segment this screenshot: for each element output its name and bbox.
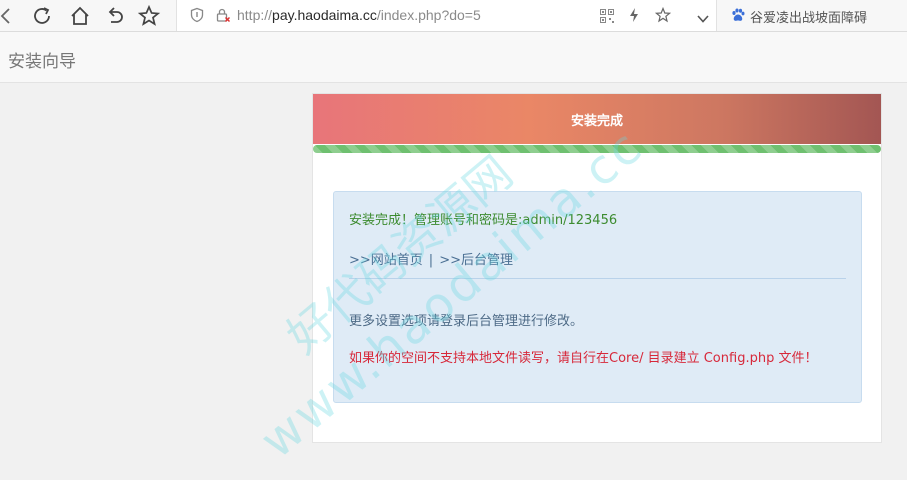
admin-link[interactable]: >>后台管理 [439,253,513,268]
url-host: pay.haodaima.cc [272,7,377,23]
favorite-star-icon[interactable] [137,4,161,28]
navbar: 安装向导 [0,32,907,83]
home-icon[interactable] [68,4,92,28]
shield-icon[interactable] [189,7,205,23]
address-bar[interactable]: http://pay.haodaima.cc/index.php?do=5 [176,0,717,31]
link-separator: | [428,253,434,268]
home-link[interactable]: >>网站首页 [349,253,423,268]
url-scheme: http:// [237,7,273,23]
undo-icon[interactable] [103,4,127,28]
config-warning: 如果你的空间不支持本地文件读写，请自行在Core/ 目录建立 Config.ph… [349,351,818,366]
search-suggestion[interactable]: 谷爱凌出战坡面障碍 [750,7,867,26]
bookmark-star-icon[interactable] [654,6,672,23]
qr-code-icon[interactable] [600,8,614,23]
action-links: >>网站首页 | >>后台管理 [349,249,513,268]
divider [349,278,846,279]
panel-title: 安装完成 [570,114,623,129]
panel-heading: 安装完成 [313,94,881,144]
navbar-brand[interactable]: 安装向导 [8,47,76,72]
baidu-paw-icon [730,7,746,23]
search-box[interactable]: 谷爱凌出战坡面障碍 [718,0,907,31]
browser-toolbar: http://pay.haodaima.cc/index.php?do=5 谷爱… [0,0,907,32]
address-url[interactable]: http://pay.haodaima.cc/index.php?do=5 [237,6,481,24]
insecure-lock-icon[interactable] [215,7,231,23]
url-path: /index.php?do=5 [376,7,481,23]
back-icon[interactable] [0,4,18,28]
chevron-down-icon[interactable] [696,10,710,23]
install-panel: 安装完成 安装完成！管理账号和密码是:admin/123456 >>网站首页 | >… [312,93,882,443]
success-message: 安装完成！管理账号和密码是:admin/123456 [349,213,618,228]
progress-bar [313,145,881,153]
refresh-icon[interactable] [30,4,54,28]
more-settings-note: 更多设置选项请登录后台管理进行修改。 [349,314,584,329]
lightning-icon[interactable] [627,7,641,23]
result-alert: 安装完成！管理账号和密码是:admin/123456 >>网站首页 | >>后台管理… [333,191,862,403]
